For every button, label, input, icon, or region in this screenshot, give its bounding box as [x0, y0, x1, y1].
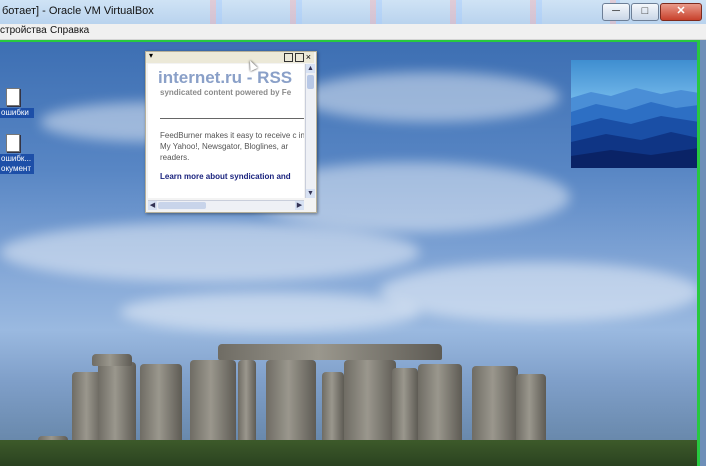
desktop-icon-errors[interactable]: ошибки	[0, 88, 34, 118]
gadget-menu-icon[interactable]: ▾	[149, 51, 153, 60]
feed-headline[interactable]: internet.ru - RSS	[158, 68, 292, 88]
slideshow-gadget[interactable]	[571, 60, 697, 168]
scroll-right-icon[interactable]: ▶	[295, 201, 304, 210]
stone	[516, 374, 546, 448]
cloud	[120, 292, 420, 332]
stone	[266, 360, 316, 450]
vertical-scrollbar[interactable]: ▲ ▼	[305, 64, 315, 198]
scroll-thumb[interactable]	[307, 75, 314, 89]
scroll-left-icon[interactable]: ◀	[148, 201, 157, 210]
gadget-content: internet.ru - RSS syndicated content pow…	[148, 64, 304, 198]
divider	[160, 118, 304, 119]
stone	[92, 354, 132, 366]
window-controls: ─ □ ✕	[602, 3, 702, 21]
document-icon	[6, 88, 20, 106]
titlebar-decoration	[180, 0, 620, 24]
cloud	[0, 222, 420, 282]
menu-devices[interactable]: стройства	[0, 25, 47, 36]
feed-gadget[interactable]: ▾ × internet.ru - RSS syndicated content…	[145, 51, 317, 213]
stone	[98, 362, 136, 448]
minimize-button[interactable]: ─	[602, 3, 630, 21]
gadget-options-icon[interactable]	[294, 53, 304, 62]
gadget-size-icon[interactable]	[283, 53, 293, 62]
stone	[140, 364, 182, 448]
stone-lintel	[218, 344, 442, 360]
feed-body: FeedBurner makes it easy to receive c in…	[160, 131, 304, 162]
gadget-close-icon[interactable]: ×	[306, 52, 311, 62]
feed-subtitle: syndicated content powered by Fe	[160, 88, 292, 97]
window-title: ботает] - Oracle VM VirtualBox	[2, 5, 154, 17]
window-titlebar: ботает] - Oracle VM VirtualBox ─ □ ✕	[0, 0, 706, 25]
scroll-thumb[interactable]	[158, 202, 206, 209]
learn-more-link[interactable]: Learn more about syndication and	[160, 172, 291, 181]
horizontal-scrollbar[interactable]: ◀ ▶	[148, 200, 304, 210]
stone	[472, 366, 518, 450]
stone	[238, 360, 256, 448]
desktop-icon-label: ошибк... окумент	[0, 154, 34, 174]
scroll-down-icon[interactable]: ▼	[306, 189, 315, 198]
desktop-icon-errors-document[interactable]: ошибк... окумент	[0, 134, 34, 174]
stone	[392, 368, 418, 448]
desktop-icon-label: ошибки	[0, 108, 34, 118]
document-icon	[6, 134, 20, 152]
ground	[0, 440, 697, 466]
menu-help[interactable]: Справка	[50, 25, 89, 36]
gadget-toolbar: ▾ ×	[146, 51, 314, 63]
vm-display[interactable]: ошибки ошибк... окумент	[0, 40, 700, 466]
maximize-button[interactable]: □	[631, 3, 659, 21]
stone	[344, 360, 396, 450]
menu-bar: стройства Справка	[0, 24, 706, 40]
scroll-up-icon[interactable]: ▲	[306, 64, 315, 73]
cloud	[380, 262, 697, 322]
mountains-image	[571, 88, 697, 168]
stone	[322, 372, 344, 448]
stone	[190, 360, 236, 452]
stone	[418, 364, 462, 450]
cloud	[300, 72, 560, 122]
close-button[interactable]: ✕	[660, 3, 702, 21]
